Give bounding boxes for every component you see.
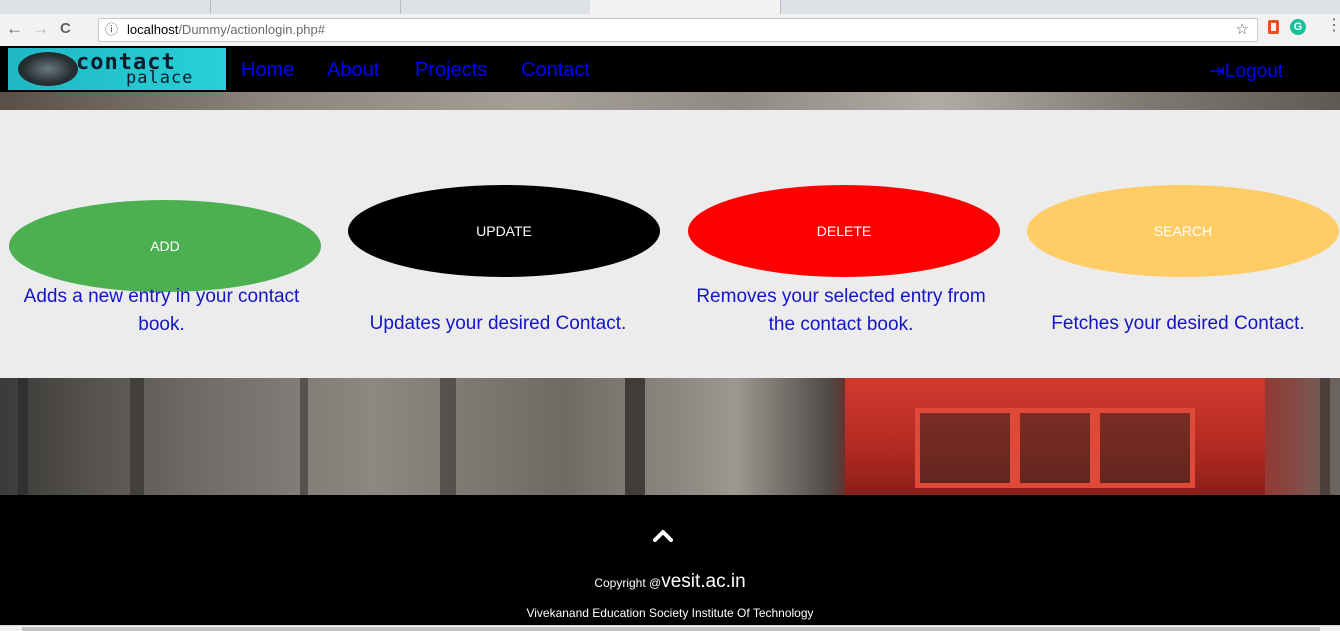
- browser-tab[interactable]: [0, 0, 211, 14]
- add-description: Adds a new entry in your contact book.: [23, 286, 300, 335]
- nav-link-projects[interactable]: Projects: [415, 58, 487, 82]
- logo-subtext: palace: [126, 68, 194, 88]
- forward-icon[interactable]: →: [32, 18, 49, 40]
- office-extension-icon[interactable]: [1268, 20, 1279, 34]
- browser-tab-strip: [0, 0, 1340, 14]
- add-button-label: ADD: [150, 238, 180, 254]
- logout-label: Logout: [1224, 61, 1284, 82]
- photo-window: [1095, 408, 1195, 488]
- copyright-prefix: Copyright @: [594, 576, 662, 590]
- logout-link[interactable]: ⇥Logout: [1209, 60, 1283, 84]
- delete-description: Removes your selected entry from the con…: [696, 286, 986, 335]
- scroll-to-top-icon[interactable]: [652, 527, 674, 543]
- delete-button-label: DELETE: [816, 223, 872, 239]
- update-button[interactable]: UPDATE: [348, 185, 660, 277]
- browser-menu-icon[interactable]: ⋮: [1326, 17, 1340, 35]
- search-description: Fetches your desired Contact.: [1051, 313, 1305, 334]
- photo-pillar: [300, 378, 308, 495]
- photo-pillar: [625, 378, 645, 495]
- photo-window: [915, 408, 1015, 488]
- search-button-label: SEARCH: [1153, 223, 1213, 239]
- photo-pillar: [440, 378, 456, 495]
- search-button[interactable]: SEARCH: [1027, 185, 1339, 277]
- site-footer: Copyright @vesit.ac.in Vivekanand Educat…: [0, 495, 1340, 625]
- add-button[interactable]: ADD: [9, 200, 321, 292]
- scrollbar-thumb[interactable]: [22, 627, 1320, 631]
- browser-tab-active[interactable]: [590, 0, 781, 14]
- update-description: Updates your desired Contact.: [369, 313, 627, 334]
- nav-link-contact[interactable]: Contact: [521, 58, 590, 82]
- logo-disc-icon: [18, 52, 78, 86]
- horizontal-scrollbar[interactable]: [0, 625, 1340, 631]
- nav-link-home[interactable]: Home: [241, 58, 294, 82]
- background-photo-bottom: [0, 378, 1340, 495]
- site-logo[interactable]: contact palace: [8, 48, 226, 90]
- page: ← → C ⓘ localhost/Dummy/actionlogin.php#…: [0, 0, 1340, 631]
- url-text: localhost/Dummy/actionlogin.php#: [127, 19, 325, 41]
- delete-button[interactable]: DELETE: [688, 185, 1000, 277]
- site-navbar: contact palace Home About Projects Conta…: [0, 46, 1340, 92]
- photo-pillar: [130, 378, 144, 495]
- nav-link-about[interactable]: About: [327, 58, 379, 82]
- photo-red-phonebox: [845, 378, 1265, 495]
- update-button-label: UPDATE: [476, 223, 532, 239]
- info-icon[interactable]: ⓘ: [105, 19, 118, 41]
- bookmark-star-icon[interactable]: ☆: [1236, 19, 1249, 41]
- address-bar[interactable]: ⓘ localhost/Dummy/actionlogin.php# ☆: [98, 18, 1258, 42]
- browser-tab[interactable]: [400, 0, 591, 14]
- url-path: /Dummy/actionlogin.php#: [178, 22, 326, 37]
- logout-icon: ⇥: [1209, 61, 1225, 82]
- photo-pillar: [18, 378, 28, 495]
- browser-tab[interactable]: [210, 0, 401, 14]
- institute-name: Vivekanand Education Society Institute O…: [526, 606, 814, 620]
- browser-toolbar: ← → C ⓘ localhost/Dummy/actionlogin.php#…: [0, 14, 1340, 47]
- photo-window: [1015, 408, 1095, 488]
- copyright-text: Copyright @vesit.ac.in: [0, 571, 1340, 593]
- actions-panel: ADD UPDATE DELETE SEARCH Adds a new entr…: [0, 110, 1340, 378]
- url-host: localhost: [127, 22, 179, 37]
- background-photo-top: [0, 92, 1340, 110]
- reload-icon[interactable]: C: [60, 18, 71, 40]
- photo-pillar: [1320, 378, 1330, 495]
- back-icon[interactable]: ←: [6, 18, 23, 40]
- grammarly-extension-icon[interactable]: G: [1290, 19, 1306, 35]
- copyright-domain[interactable]: vesit.ac.in: [661, 571, 745, 592]
